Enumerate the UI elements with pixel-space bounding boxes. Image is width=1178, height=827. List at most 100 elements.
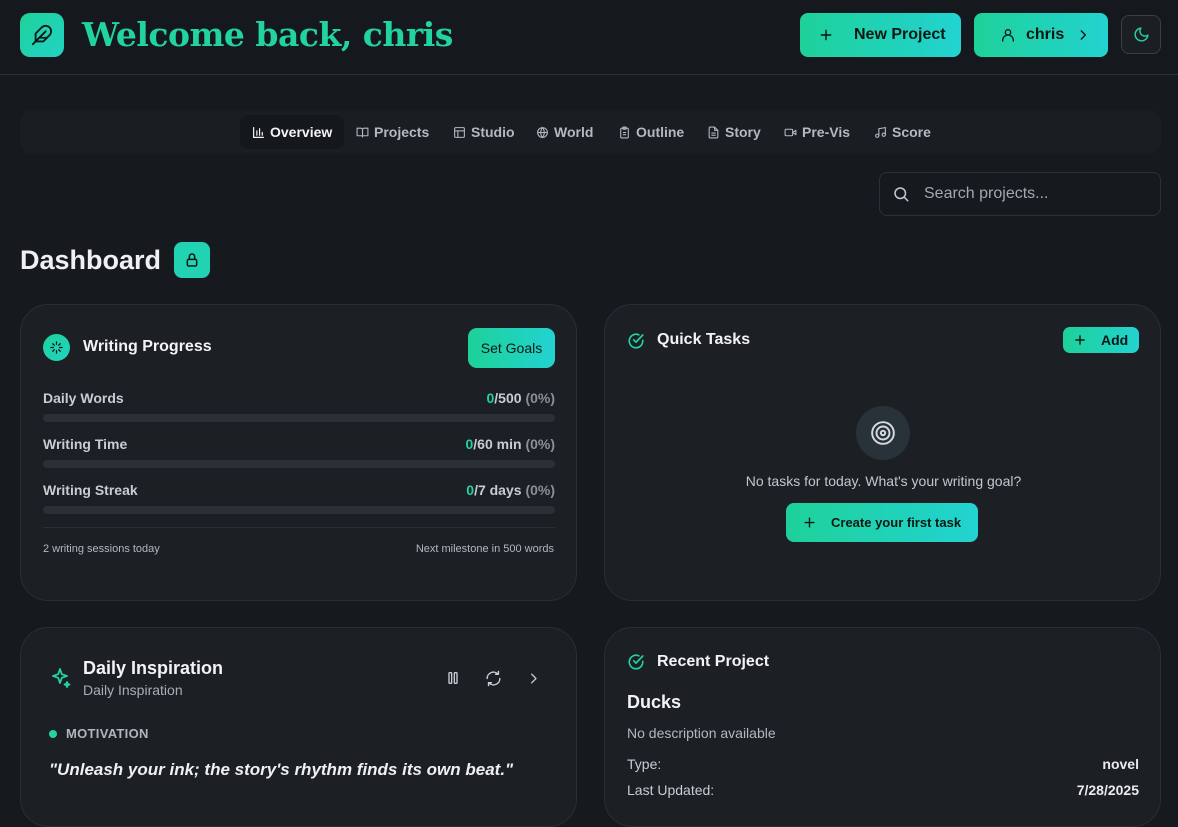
nav-tab-label: Projects — [374, 124, 430, 140]
divider — [43, 527, 555, 528]
nav-tab-overview[interactable]: Overview — [240, 115, 345, 149]
project-updated-row: Last Updated: 7/28/2025 — [627, 782, 1139, 798]
plus-icon — [820, 29, 832, 41]
feather-logo[interactable] — [20, 13, 64, 57]
daily-inspiration-subtitle: Daily Inspiration — [83, 682, 183, 698]
category-dot — [49, 729, 57, 738]
recent-project-title: Recent Project — [657, 653, 770, 670]
pause-button[interactable] — [441, 666, 465, 690]
nav-tab-story[interactable]: Story — [695, 115, 773, 149]
sparkles-icon — [50, 341, 63, 354]
video-icon — [784, 128, 797, 136]
nav-tab-label: Overview — [270, 124, 333, 140]
next-quote-button[interactable] — [521, 666, 545, 690]
writing-progress-card: Writing Progress Set Goals Daily Words 0… — [20, 304, 577, 601]
book-open-icon — [356, 127, 369, 137]
daily-inspiration-title: Daily Inspiration — [83, 658, 224, 678]
nav-tab-outline[interactable]: Outline — [606, 115, 696, 149]
check-circle-icon — [628, 654, 644, 670]
search-input[interactable] — [924, 185, 1144, 203]
user-icon — [1002, 29, 1014, 42]
search-icon — [894, 187, 909, 202]
sparkle-icon — [52, 668, 71, 688]
chevron-right-icon — [1080, 30, 1087, 40]
create-task-label: Create your first task — [831, 515, 962, 530]
next-milestone-text: Next milestone in 500 words — [415, 543, 554, 555]
music-icon — [875, 126, 886, 138]
progress-bar — [43, 414, 555, 422]
progress-bar — [43, 460, 555, 468]
new-project-button[interactable]: New Project — [800, 13, 961, 57]
recent-project-card: Recent Project Ducks No description avai… — [604, 627, 1161, 827]
nav-tab-world[interactable]: World — [524, 115, 605, 149]
bar-chart-icon — [253, 126, 264, 138]
project-type-value: novel — [1102, 756, 1139, 772]
chevron-right-icon — [530, 673, 537, 683]
writing-progress-title: Writing Progress — [83, 338, 212, 355]
nav-tab-label: World — [554, 124, 594, 140]
nav-tab-label: Pre-Vis — [802, 124, 850, 140]
empty-tasks-text: No tasks for today. What's your writing … — [745, 473, 1022, 489]
add-task-button[interactable]: Add — [1063, 327, 1139, 353]
pause-icon — [448, 672, 458, 684]
target-icon — [871, 421, 895, 445]
clipboard-icon — [620, 126, 629, 138]
project-description: No description available — [627, 725, 776, 741]
plus-icon — [1075, 335, 1085, 345]
nav-tab-label: Story — [725, 124, 761, 140]
create-first-task-button[interactable]: Create your first task — [786, 503, 978, 542]
metric-writing-time: Writing Time 0/60 min (0%) — [43, 436, 555, 468]
progress-bar — [43, 506, 555, 514]
add-label: Add — [1101, 332, 1129, 348]
app-header: Welcome back, chris New Project chris — [0, 0, 1178, 75]
nav-tab-label: Outline — [636, 124, 685, 140]
metric-value: 0/7 days (0%) — [466, 482, 555, 498]
project-updated-label: Last Updated: — [627, 782, 715, 798]
check-circle-icon — [628, 333, 644, 349]
metric-writing-streak: Writing Streak 0/7 days (0%) — [43, 482, 555, 514]
project-type-label: Type: — [627, 756, 662, 772]
nav-tab-previs[interactable]: Pre-Vis — [772, 115, 862, 149]
quick-tasks-title: Quick Tasks — [657, 331, 751, 348]
nav-tab-label: Studio — [471, 124, 515, 140]
nav-tab-projects[interactable]: Projects — [344, 115, 441, 149]
page-title: Dashboard — [20, 245, 162, 275]
quick-tasks-card: Quick Tasks Add No tasks for today. What… — [604, 304, 1161, 601]
quote-category: MOTIVATION — [49, 726, 149, 741]
metric-label: Writing Time — [43, 436, 128, 452]
refresh-button[interactable] — [481, 666, 505, 690]
sessions-today-text: 2 writing sessions today — [43, 543, 160, 555]
metric-value: 0/500 (0%) — [486, 390, 556, 406]
globe-icon — [537, 126, 548, 138]
metric-daily-words: Daily Words 0/500 (0%) — [43, 390, 555, 422]
moon-icon — [1134, 27, 1149, 42]
inspiration-quote: "Unleash your ink; the story's rhythm fi… — [49, 760, 514, 779]
set-goals-button[interactable]: Set Goals — [468, 328, 555, 368]
empty-state-badge — [856, 406, 910, 460]
theme-toggle-button[interactable] — [1121, 15, 1161, 54]
refresh-icon — [485, 670, 501, 686]
nav-tab-score[interactable]: Score — [862, 115, 943, 149]
project-name[interactable]: Ducks — [627, 692, 681, 713]
project-type-row: Type: novel — [627, 756, 1139, 772]
user-menu-button[interactable]: chris — [974, 13, 1108, 57]
file-text-icon — [708, 126, 719, 138]
lock-layout-button[interactable] — [174, 242, 210, 278]
metric-label: Daily Words — [43, 390, 124, 406]
search-box — [879, 172, 1161, 216]
feather-icon — [31, 24, 53, 46]
nav-tab-label: Score — [892, 124, 931, 140]
metric-label: Writing Streak — [43, 482, 138, 498]
category-label: MOTIVATION — [66, 726, 149, 741]
main-nav: Overview Projects Studio World Outline S… — [20, 110, 1161, 154]
user-name-label: chris — [1026, 26, 1065, 43]
new-project-label: New Project — [854, 26, 946, 43]
plus-icon — [804, 517, 815, 528]
project-updated-value: 7/28/2025 — [1076, 782, 1139, 798]
layout-icon — [454, 126, 465, 138]
lock-icon — [186, 253, 198, 267]
daily-inspiration-card: Daily Inspiration Daily Inspiration MOTI… — [20, 627, 577, 827]
nav-tab-studio[interactable]: Studio — [441, 115, 527, 149]
welcome-heading: Welcome back, chris — [82, 15, 453, 54]
sparkles-badge — [43, 334, 70, 361]
